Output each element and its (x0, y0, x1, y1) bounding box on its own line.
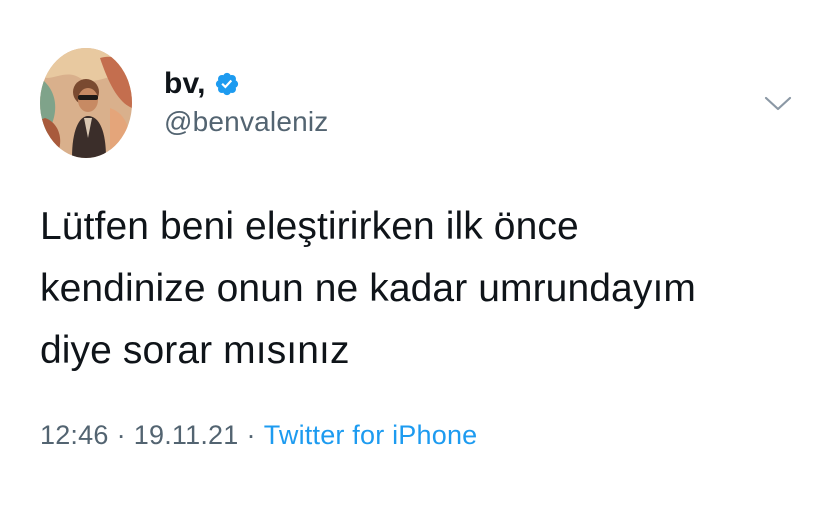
tweet-text-line: Lütfen beni eleştirirken ilk önce (40, 205, 579, 248)
avatar[interactable] (40, 48, 132, 158)
tweet-card: bv, @benvaleniz Lütfen beni eleştirirken… (0, 0, 828, 507)
tweet-time[interactable]: 12:46 (40, 420, 109, 450)
avatar-image (40, 48, 132, 158)
tweet-text: Lütfen beni eleştirirken ilk önce kendin… (40, 196, 800, 382)
tweet-date[interactable]: 19.11.21 (134, 420, 239, 450)
verified-badge-icon (214, 71, 240, 97)
username[interactable]: @benvaleniz (164, 106, 329, 138)
meta-separator: · (246, 420, 256, 450)
tweet-text-line: diye sorar mısınız (40, 329, 350, 372)
display-name[interactable]: bv, (164, 67, 206, 101)
tweet-source-link[interactable]: Twitter for iPhone (264, 420, 478, 450)
author-name-row[interactable]: bv, (164, 66, 240, 102)
meta-separator: · (116, 420, 126, 450)
tweet-meta: 12:46 · 19.11.21 · Twitter for iPhone (40, 420, 477, 451)
tweet-text-line: kendinize onun ne kadar umrundayım (40, 267, 696, 310)
chevron-down-icon[interactable] (764, 94, 792, 114)
